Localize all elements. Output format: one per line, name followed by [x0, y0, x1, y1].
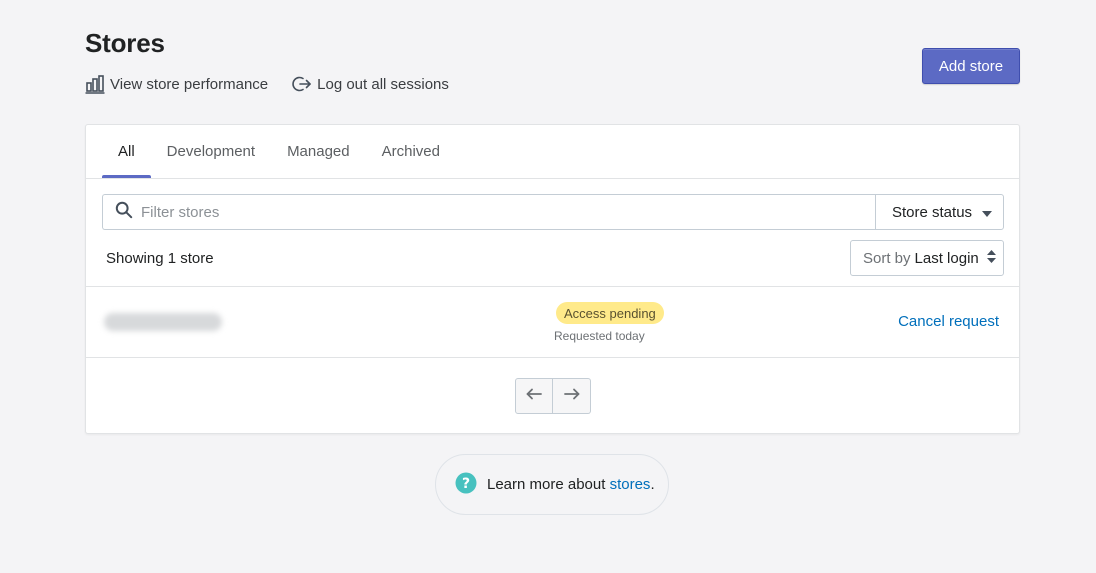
- next-page-button[interactable]: [553, 378, 591, 414]
- filter-stores-input[interactable]: [141, 203, 841, 221]
- bar-chart-icon: [85, 74, 105, 94]
- requested-date: Requested today: [554, 329, 645, 343]
- tab-all[interactable]: All: [102, 125, 151, 178]
- tab-divider: [86, 178, 1019, 179]
- header-actions: View store performance Log out all sessi…: [85, 74, 449, 94]
- store-status-dropdown[interactable]: Store status: [875, 194, 1004, 230]
- view-store-performance-label: View store performance: [110, 75, 269, 93]
- store-status-label: Store status: [892, 203, 973, 221]
- tab-managed[interactable]: Managed: [271, 125, 366, 178]
- tab-development[interactable]: Development: [151, 125, 271, 178]
- tab-archived[interactable]: Archived: [366, 125, 456, 178]
- view-store-performance-link[interactable]: View store performance: [85, 74, 268, 94]
- store-name-redacted: [104, 313, 222, 331]
- status-badge: Access pending: [556, 302, 664, 324]
- store-tabs: All Development Managed Archived: [102, 125, 456, 178]
- filter-field: [102, 194, 875, 230]
- svg-text:?: ?: [462, 476, 470, 492]
- sort-value: Last login: [914, 249, 979, 267]
- sort-arrows-icon: [983, 249, 996, 267]
- add-store-button[interactable]: Add store: [922, 48, 1020, 84]
- sort-label: Sort by: [863, 249, 911, 267]
- page-title: Stores: [85, 28, 165, 58]
- footer-help: ? Learn more about stores.: [435, 454, 669, 515]
- logout-arrow-icon: [292, 74, 312, 94]
- cancel-request-link[interactable]: Cancel request: [898, 313, 999, 330]
- footer-help-prefix: Learn more about: [487, 476, 610, 493]
- stores-card: All Development Managed Archived Store s…: [85, 124, 1020, 434]
- stores-page: Stores View store performance Log out al…: [0, 0, 1096, 573]
- results-count: Showing 1 store: [106, 250, 214, 267]
- arrow-right-icon: [563, 387, 580, 405]
- log-out-all-sessions-label: Log out all sessions: [317, 75, 449, 93]
- table-row: Access pending Requested today Cancel re…: [86, 287, 1019, 357]
- sort-select[interactable]: Sort by Last login: [850, 240, 1004, 276]
- row-divider: [86, 357, 1019, 358]
- pagination: [515, 378, 591, 414]
- stores-help-link[interactable]: stores: [610, 476, 651, 493]
- footer-help-text: Learn more about stores.: [487, 476, 655, 493]
- previous-page-button[interactable]: [515, 378, 553, 414]
- caret-down-icon: [982, 204, 993, 221]
- question-circle-icon: ?: [455, 472, 477, 498]
- filter-row: Store status: [102, 194, 1004, 230]
- footer-help-suffix: .: [650, 476, 655, 493]
- arrow-left-icon: [526, 387, 542, 405]
- search-icon: [115, 201, 133, 224]
- log-out-all-sessions-link[interactable]: Log out all sessions: [292, 74, 449, 94]
